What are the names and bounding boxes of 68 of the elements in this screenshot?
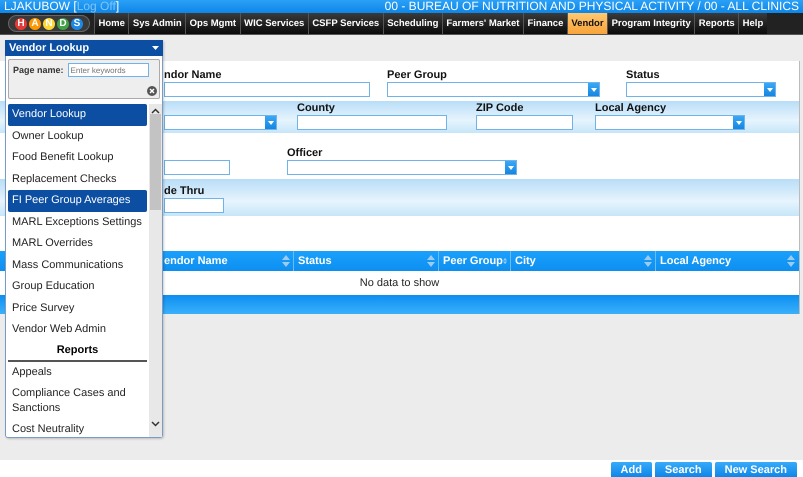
empty-message: No data to show bbox=[360, 277, 440, 289]
input-field[interactable] bbox=[297, 115, 447, 130]
nav-tab[interactable]: Finance bbox=[522, 13, 567, 34]
caret-icon bbox=[508, 166, 514, 170]
nav-tab[interactable]: Vendor bbox=[566, 13, 608, 34]
nav-tab[interactable]: Help bbox=[738, 13, 767, 34]
menu-item[interactable]: Vendor Lookup bbox=[8, 104, 147, 126]
field-label: County bbox=[297, 101, 336, 115]
clear-icon[interactable] bbox=[147, 86, 157, 96]
caret-icon bbox=[268, 120, 274, 124]
select-field[interactable] bbox=[164, 115, 277, 130]
nav-tab[interactable]: Reports bbox=[694, 13, 738, 34]
agency-label: 00 - BUREAU OF NUTRITION AND PHYSICAL ACTIVITY / 00 - ALL CLINICS bbox=[384, 0, 799, 13]
field-label: de Thru bbox=[164, 184, 206, 198]
sort-icon bbox=[282, 255, 290, 267]
user-line: LJAKUBOW [Log Off] bbox=[4, 0, 120, 13]
field-label: Officer bbox=[287, 146, 324, 160]
menu-item[interactable]: Mass Communications bbox=[8, 254, 147, 276]
scrollbar[interactable] bbox=[149, 104, 162, 437]
chevron-up-icon[interactable] bbox=[151, 108, 160, 114]
nav-tab[interactable]: Sys Admin bbox=[128, 13, 186, 34]
field-label: Peer Group bbox=[387, 68, 448, 82]
input-field[interactable] bbox=[164, 82, 370, 97]
caret-icon bbox=[152, 46, 159, 50]
menu-item[interactable]: Compliance Cases and Sanctions bbox=[8, 383, 147, 419]
field-label: Local Agency bbox=[595, 101, 668, 115]
input-field[interactable] bbox=[164, 160, 230, 175]
menu-item[interactable]: Food Benefit Lookup bbox=[8, 147, 147, 168]
sort-icon bbox=[427, 255, 435, 267]
menu-item[interactable]: Owner Lookup bbox=[8, 126, 147, 147]
field-label: ndor Name bbox=[164, 68, 222, 82]
input-field[interactable] bbox=[164, 198, 224, 213]
caret-icon bbox=[590, 88, 596, 92]
menu-item[interactable]: Cost Neutrality bbox=[8, 419, 147, 437]
select-field[interactable] bbox=[595, 115, 745, 130]
menu-header[interactable]: Vendor Lookup bbox=[5, 40, 163, 56]
nav-tab[interactable]: WIC Services bbox=[240, 13, 308, 34]
menu-item[interactable]: MARL Overrides bbox=[8, 233, 147, 254]
nav-tab[interactable]: CSFP Services bbox=[308, 13, 383, 34]
search-label: Page name: bbox=[13, 65, 64, 75]
field-label: Status bbox=[626, 68, 661, 82]
sort-icon bbox=[644, 255, 652, 267]
menu-item[interactable]: Replacement Checks bbox=[8, 168, 147, 190]
nav-tab[interactable]: Home bbox=[94, 13, 128, 34]
sort-icon bbox=[787, 255, 795, 267]
select-field[interactable] bbox=[287, 160, 517, 175]
field-label: ZIP Code bbox=[476, 101, 524, 115]
scrollbar-thumb[interactable] bbox=[150, 114, 161, 210]
hands-logo: H A N D S bbox=[8, 15, 90, 32]
chevron-down-icon[interactable] bbox=[151, 421, 160, 427]
menu-item[interactable]: FI Peer Group Averages bbox=[8, 190, 147, 212]
nav-tab[interactable]: Scheduling bbox=[382, 13, 442, 34]
caret-icon bbox=[736, 120, 742, 124]
sort-icon bbox=[502, 255, 507, 267]
menu-item[interactable]: Appeals bbox=[8, 362, 147, 383]
select-field[interactable] bbox=[387, 82, 600, 97]
input-field[interactable] bbox=[476, 115, 573, 130]
menu-item[interactable]: Vendor Web Admin bbox=[8, 319, 147, 340]
nav-tab[interactable]: Farmers' Market bbox=[442, 13, 523, 34]
search-field[interactable]: Enter keywords bbox=[68, 63, 149, 77]
nav-tab[interactable]: Program Integrity bbox=[607, 13, 694, 34]
caret-icon bbox=[766, 88, 772, 92]
menu-item[interactable]: Price Survey bbox=[8, 298, 147, 319]
menu-item[interactable]: Group Education bbox=[8, 276, 147, 298]
section-header: Reports bbox=[8, 340, 147, 362]
select-field[interactable] bbox=[626, 82, 776, 97]
nav-tab[interactable]: Ops Mgmt bbox=[185, 13, 240, 34]
menu-item[interactable]: MARL Exceptions Settings bbox=[8, 212, 147, 233]
